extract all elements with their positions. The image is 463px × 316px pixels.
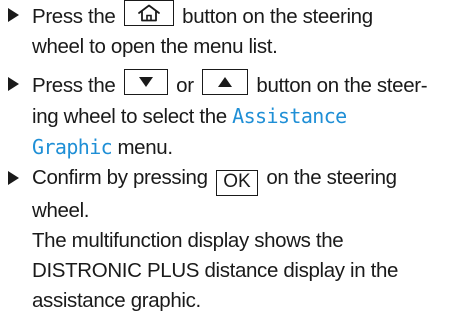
home-key <box>123 0 174 26</box>
bullet-triangle-icon <box>8 8 19 22</box>
step-2-text: Press the or button on the steer- ing wh… <box>32 69 460 163</box>
step-3-text: Confirm by pressing OK on the steering w… <box>32 163 460 316</box>
step-2-text-after: button on the steer- <box>256 74 428 97</box>
down-triangle-icon <box>138 77 153 87</box>
up-key <box>202 69 249 95</box>
bullet-triangle-icon <box>8 171 19 185</box>
instruction-page: { "steps": [ { "before": "Press the", "k… <box>0 0 463 312</box>
step-2: Press the or button on the steer- ing wh… <box>8 69 460 163</box>
home-icon <box>137 4 160 22</box>
step-3-text-line2: wheel. <box>32 199 90 222</box>
step-2-text-line3: menu. <box>117 136 173 159</box>
step-1: Press the button on the steering wheel t… <box>8 0 460 62</box>
menu-name-part1: Assistance <box>232 104 347 128</box>
step-1-text-before: Press the <box>32 5 116 28</box>
step-3-text-after: on the steering <box>266 166 397 189</box>
menu-name-part2: Graphic <box>32 135 113 159</box>
result-line-2: DISTRONIC PLUS distance display in the <box>32 259 399 282</box>
result-line-3: assistance graphic. <box>32 289 201 312</box>
step-3-text-before: Confirm by pressing <box>32 166 208 189</box>
or-text: or <box>176 74 194 97</box>
step-1-text-line2: wheel to open the menu list. <box>32 35 278 58</box>
step-1-text-after: button on the steering <box>182 5 373 28</box>
step-3: Confirm by pressing OK on the steering w… <box>8 163 460 316</box>
up-triangle-icon <box>218 77 233 87</box>
step-2-text-before: Press the <box>32 74 116 97</box>
step-1-text: Press the button on the steering wheel t… <box>32 0 460 62</box>
down-key <box>123 69 168 95</box>
step-2-text-line2: ing wheel to select the <box>32 105 227 128</box>
ok-key: OK <box>216 170 258 196</box>
result-line-1: The multifunction display shows the <box>32 229 344 252</box>
bullet-triangle-icon <box>8 77 19 91</box>
